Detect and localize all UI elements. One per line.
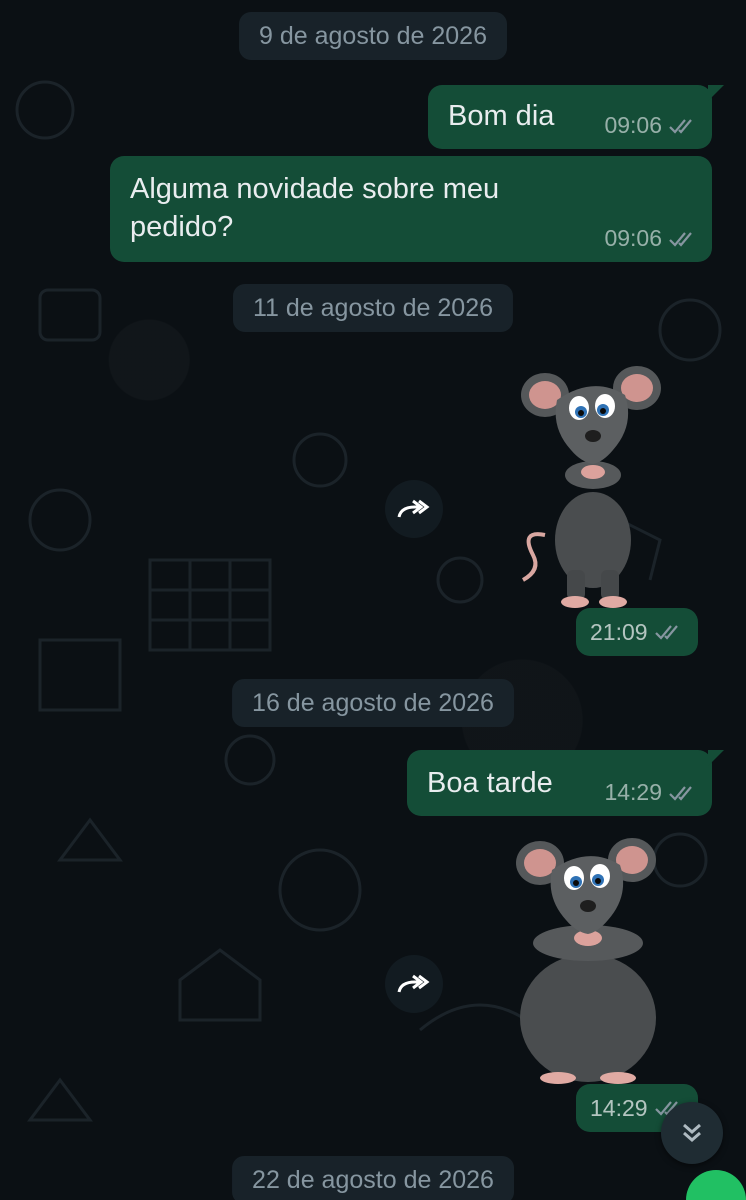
date-separator: 11 de agosto de 2026 [232, 284, 514, 332]
double-check-icon [669, 785, 692, 801]
message-time: 14:29 [604, 779, 662, 805]
forward-button[interactable] [385, 480, 443, 538]
message-bubble-outgoing[interactable]: Alguma novidade sobre meu pedido? 09:06 [110, 156, 712, 262]
message-meta: 09:06 [604, 112, 698, 139]
forward-icon [397, 974, 430, 993]
message-time: 09:06 [604, 112, 662, 138]
message-text: Alguma novidade sobre meu pedido? [130, 173, 500, 243]
chat-area[interactable]: 9 de agosto de 2026 11 de agosto de 2026… [0, 0, 746, 1200]
double-check-icon [654, 625, 678, 640]
message-text: Boa tarde [427, 767, 553, 799]
date-separator: 22 de agosto de 2026 [232, 1156, 514, 1200]
date-separator: 9 de agosto de 2026 [239, 12, 507, 60]
message-meta: 09:06 [604, 225, 698, 252]
message-meta: 21:09 [576, 608, 698, 656]
mouse-sticker[interactable] [515, 360, 665, 610]
message-time: 09:06 [604, 225, 662, 251]
message-time: 21:09 [590, 618, 648, 645]
double-check-icon [669, 118, 692, 134]
forward-button[interactable] [385, 955, 443, 1013]
message-text: Bom dia [448, 100, 555, 132]
forward-icon [397, 499, 430, 518]
message-time: 14:29 [590, 1094, 648, 1121]
double-chevron-down-icon [683, 1123, 701, 1142]
message-meta: 14:29 [604, 779, 698, 806]
message-bubble-outgoing[interactable]: Boa tarde 14:29 [407, 750, 724, 816]
date-separator: 16 de agosto de 2026 [232, 679, 514, 727]
message-bubble-outgoing[interactable]: Bom dia 09:06 [428, 85, 724, 149]
mouse-sticker[interactable] [510, 838, 660, 1088]
scroll-to-bottom-button[interactable] [661, 1102, 723, 1164]
floating-action-button[interactable] [686, 1170, 746, 1200]
double-check-icon [669, 231, 692, 247]
